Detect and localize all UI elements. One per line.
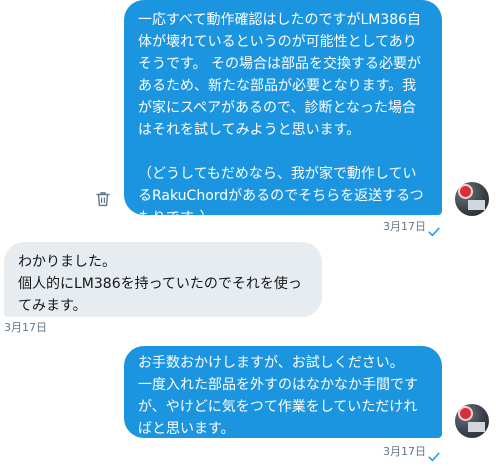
message-timestamp: 3月17日 bbox=[383, 445, 426, 458]
outgoing-message-bubble[interactable]: 一応すべて動作確認はしたのですがLM386自体が壊れているというのが可能性として… bbox=[124, 0, 442, 226]
avatar-decoration bbox=[468, 200, 485, 210]
avatar-decoration bbox=[460, 408, 471, 419]
message-timestamp: 3月17日 bbox=[383, 220, 426, 233]
message-timestamp: 3月17日 bbox=[4, 321, 47, 334]
check-icon bbox=[428, 222, 440, 237]
user-avatar[interactable] bbox=[455, 404, 489, 438]
incoming-message-bubble[interactable]: わかりました。 個人的にLM386を持っていたのでそれを使ってみます。 bbox=[4, 242, 322, 317]
user-avatar[interactable] bbox=[455, 182, 489, 216]
avatar-decoration bbox=[460, 186, 471, 197]
trash-icon[interactable] bbox=[96, 191, 110, 207]
check-icon bbox=[428, 447, 440, 462]
avatar-decoration bbox=[468, 422, 485, 432]
outgoing-message-bubble[interactable]: お手数おかけしますが、お試しください。 一度入れた部品を外すのはなかなか手間です… bbox=[124, 346, 442, 438]
trash-icon-graphic bbox=[96, 192, 110, 207]
